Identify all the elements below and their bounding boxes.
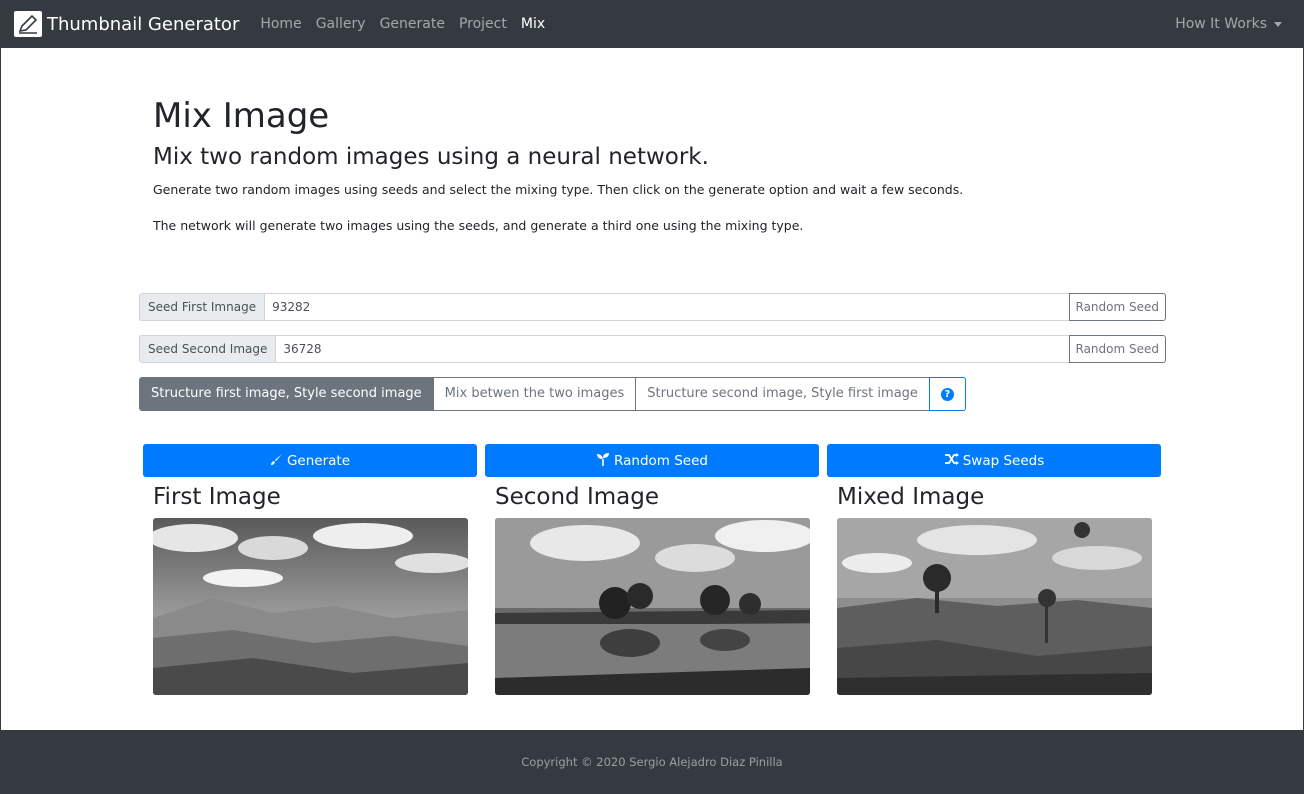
paint-brush-icon [270, 453, 283, 469]
second-image-title: Second Image [495, 484, 659, 510]
description-2: The network will generate two images usi… [153, 218, 804, 233]
mix-type-group: Structure first image, Style second imag… [139, 377, 966, 411]
mix-structure-second-button[interactable]: Structure second image, Style first imag… [635, 377, 930, 411]
generate-button[interactable]: Generate [143, 444, 477, 477]
first-image [153, 518, 468, 695]
page-title: Mix Image [153, 96, 330, 136]
brand-name: Thumbnail Generator [47, 13, 240, 35]
help-button[interactable]: ? [928, 377, 966, 411]
how-it-works-dropdown[interactable]: How It Works [1175, 0, 1282, 48]
seed-second-random-button[interactable]: Random Seed [1068, 335, 1166, 363]
seed-first-random-button[interactable]: Random Seed [1068, 293, 1166, 321]
swap-seeds-label: Swap Seeds [962, 452, 1045, 469]
second-image [495, 518, 810, 695]
nav-generate[interactable]: Generate [373, 0, 452, 48]
copyright-text: Copyright © 2020 Sergio Alejadro Diaz Pi… [521, 755, 783, 769]
first-image-title: First Image [153, 484, 281, 510]
seed-second-label: Seed Second Image [139, 335, 276, 363]
mix-between-button[interactable]: Mix betwen the two images [432, 377, 637, 411]
page-subtitle: Mix two random images using a neural net… [153, 144, 709, 170]
caret-down-icon [1274, 21, 1282, 27]
main-content: Mix Image Mix two random images using a … [1, 48, 1303, 730]
description-1: Generate two random images using seeds a… [153, 182, 964, 197]
footer: Copyright © 2020 Sergio Alejadro Diaz Pi… [0, 730, 1304, 794]
seed-first-label: Seed First Imnage [139, 293, 265, 321]
question-circle-icon: ? [940, 387, 954, 401]
nav-project[interactable]: Project [452, 0, 514, 48]
mix-structure-first-button[interactable]: Structure first image, Style second imag… [139, 377, 434, 411]
mixed-image-title: Mixed Image [837, 484, 985, 510]
seed-second-group: Seed Second Image Random Seed [139, 335, 1166, 363]
seed-first-group: Seed First Imnage Random Seed [139, 293, 1166, 321]
nav-links: Home Gallery Generate Project Mix [253, 0, 552, 48]
nav-mix[interactable]: Mix [514, 0, 552, 48]
nav-home[interactable]: Home [253, 0, 308, 48]
pen-logo-icon [14, 11, 42, 37]
random-seed-label: Random Seed [614, 452, 708, 469]
random-seed-button[interactable]: Random Seed [485, 444, 819, 477]
random-shuffle-icon [944, 453, 959, 468]
seed-first-input[interactable] [264, 293, 1070, 321]
seed-second-input[interactable] [275, 335, 1070, 363]
generate-label: Generate [286, 452, 351, 469]
dropdown-label: How It Works [1175, 16, 1267, 32]
brand[interactable]: Thumbnail Generator [14, 0, 239, 48]
seedling-icon [596, 452, 610, 469]
swap-seeds-button[interactable]: Swap Seeds [827, 444, 1161, 477]
nav-gallery[interactable]: Gallery [309, 0, 373, 48]
navbar: Thumbnail Generator Home Gallery Generat… [0, 0, 1304, 48]
mixed-image [837, 518, 1152, 695]
